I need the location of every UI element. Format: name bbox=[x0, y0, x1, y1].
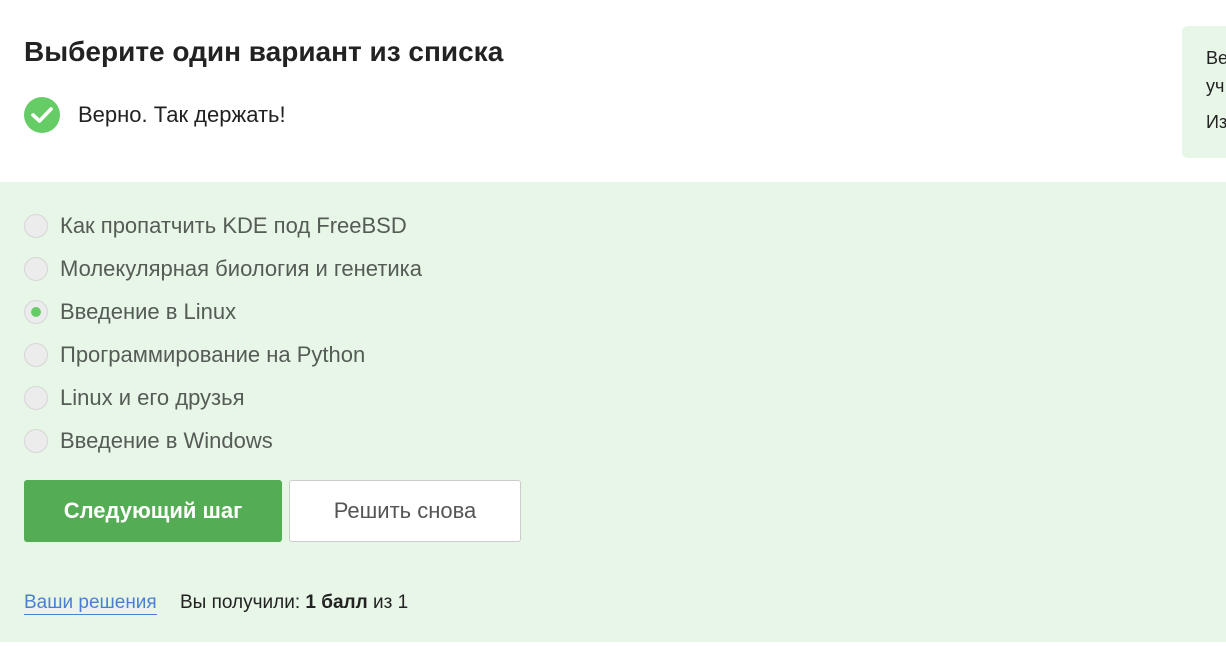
quiz-page: Выберите один вариант из списка Верно. Т… bbox=[0, 0, 1226, 646]
feedback-text: Верно. Так держать! bbox=[78, 102, 286, 127]
radio-button[interactable] bbox=[24, 213, 48, 238]
your-solutions-link[interactable]: Ваши решения bbox=[24, 592, 157, 615]
radio-button[interactable] bbox=[24, 385, 48, 410]
option-label: Введение в Windows bbox=[60, 427, 273, 453]
side-panel-line: Ве bbox=[1206, 48, 1226, 68]
option-item[interactable]: Введение в Windows bbox=[24, 419, 422, 462]
answer-area: Как пропатчить KDE под FreeBSD Молекулярн… bbox=[0, 182, 1226, 642]
radio-button[interactable] bbox=[24, 299, 48, 324]
check-circle-icon bbox=[24, 97, 60, 133]
side-panel: Ве уч Из bbox=[1182, 26, 1226, 158]
score-value: 1 балл bbox=[305, 592, 368, 613]
side-panel-line: уч bbox=[1206, 76, 1225, 96]
radio-selected-dot bbox=[31, 306, 41, 317]
option-label: Введение в Linux bbox=[60, 298, 237, 324]
radio-button[interactable] bbox=[24, 342, 48, 367]
feedback-message: Верно. Так держать! bbox=[24, 97, 286, 133]
options-list: Как пропатчить KDE под FreeBSD Молекулярн… bbox=[24, 204, 422, 462]
radio-button[interactable] bbox=[24, 428, 48, 453]
option-label: Linux и его друзья bbox=[60, 384, 245, 410]
score-suffix: из 1 bbox=[372, 592, 409, 613]
option-item[interactable]: Программирование на Python bbox=[24, 333, 422, 376]
quiz-title: Выберите один вариант из списка bbox=[24, 36, 504, 67]
option-item[interactable]: Молекулярная биология и генетика bbox=[24, 247, 422, 290]
option-item[interactable]: Введение в Linux bbox=[24, 290, 422, 333]
next-step-button[interactable]: Следующий шаг bbox=[24, 480, 282, 542]
option-label: Как пропатчить KDE под FreeBSD bbox=[60, 212, 407, 238]
score-text: Вы получили: 1 балл из 1 bbox=[180, 592, 408, 613]
solve-again-button[interactable]: Решить снова bbox=[289, 480, 521, 542]
score-prefix: Вы получили: bbox=[180, 592, 301, 613]
option-label: Молекулярная биология и генетика bbox=[60, 255, 423, 281]
side-panel-line: Из bbox=[1206, 112, 1226, 132]
option-label: Программирование на Python bbox=[60, 341, 366, 367]
radio-button[interactable] bbox=[24, 256, 48, 281]
option-item[interactable]: Linux и его друзья bbox=[24, 376, 422, 419]
footer: Ваши решения Вы получили: 1 балл из 1 bbox=[24, 592, 408, 615]
option-item[interactable]: Как пропатчить KDE под FreeBSD bbox=[24, 204, 422, 247]
